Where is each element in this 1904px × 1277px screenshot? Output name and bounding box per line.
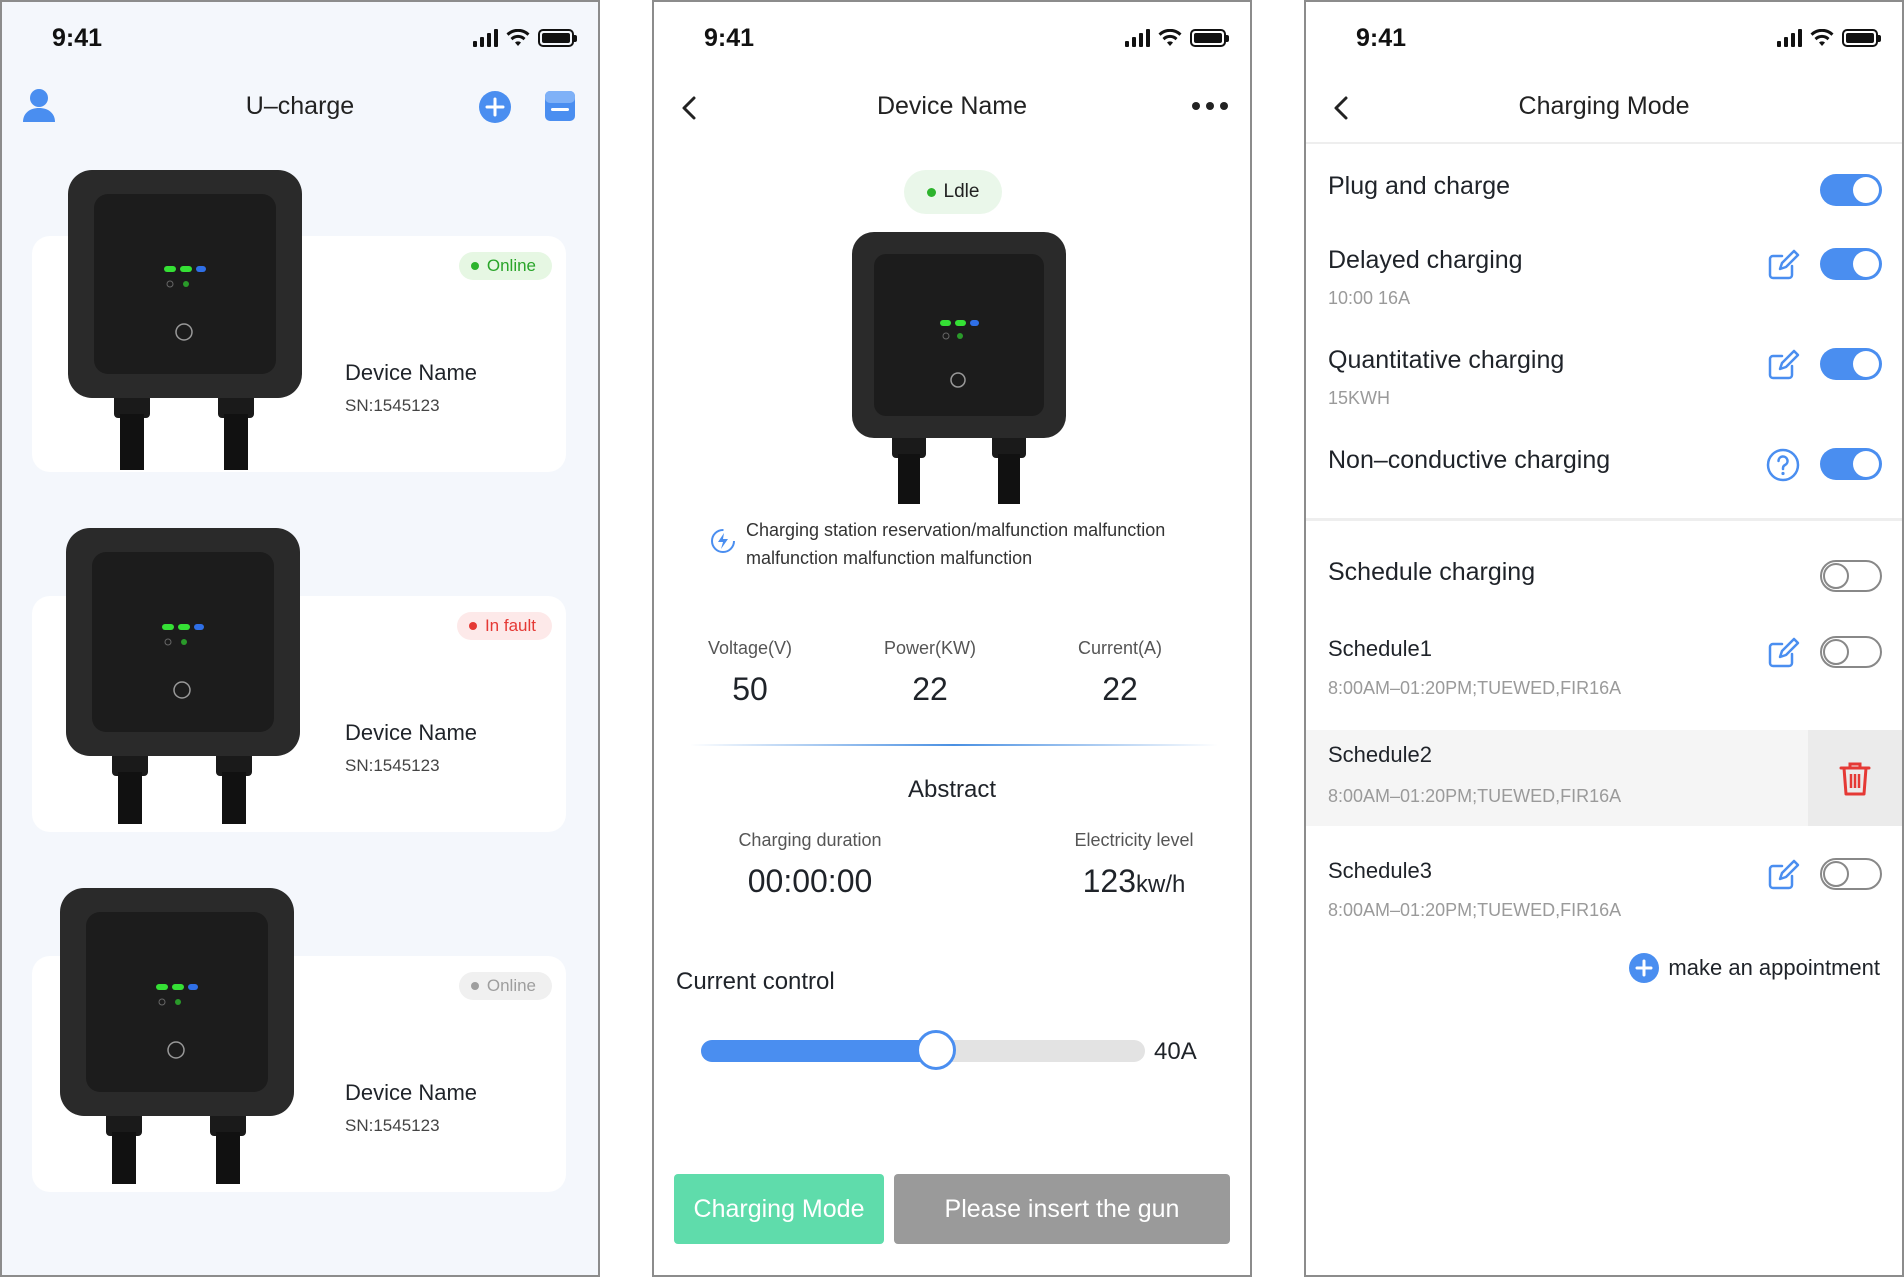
charger-image xyxy=(60,888,294,1184)
schedule-charging-row: Schedule charging xyxy=(1306,554,1902,598)
schedule-charging-toggle[interactable] xyxy=(1820,560,1882,592)
signal-icon xyxy=(473,29,498,47)
non-conductive-charging-row: Non–conductive charging xyxy=(1306,442,1902,486)
make-appointment-button[interactable]: make an appointment xyxy=(1628,952,1880,984)
charging-mode-screen: 9:41 Charging Mode Plug and charge Delay… xyxy=(1304,0,1904,1277)
notice-banner: Charging station reservation/malfunction… xyxy=(710,516,1210,572)
insert-gun-button[interactable]: Please insert the gun xyxy=(894,1174,1230,1244)
nav-bar: Charging Mode xyxy=(1306,82,1902,134)
device-name: Device Name xyxy=(345,1080,478,1105)
schedule-name: Schedule3 xyxy=(1328,858,1432,883)
page-title: Charging Mode xyxy=(1518,92,1690,120)
current-slider[interactable] xyxy=(701,1030,1145,1070)
signal-icon xyxy=(1777,29,1802,47)
delete-button[interactable] xyxy=(1808,730,1902,826)
status-bar: 9:41 xyxy=(2,2,598,72)
quantitative-charging-toggle[interactable] xyxy=(1820,348,1882,380)
schedule-row[interactable]: Schedule3 8:00AM–01:20PM;TUEWED,FIR16A xyxy=(1306,854,1902,924)
make-appointment-label: make an appointment xyxy=(1668,955,1880,980)
charger-image xyxy=(852,232,1066,504)
status-badge: Online xyxy=(458,252,552,280)
voltage-metric: Voltage(V) 50 xyxy=(707,638,793,707)
devices-screen: 9:41 U–charge Online Device Name SN:1545… xyxy=(0,0,600,1277)
schedule-toggle[interactable] xyxy=(1820,636,1882,668)
schedule-toggle[interactable] xyxy=(1820,858,1882,890)
quantitative-charging-row: Quantitative charging 15KWH xyxy=(1306,342,1902,412)
row-label: Non–conductive charging xyxy=(1328,446,1611,474)
schedule-name: Schedule1 xyxy=(1328,636,1432,661)
schedule-detail: 8:00AM–01:20PM;TUEWED,FIR16A xyxy=(1328,786,1622,806)
battery-icon xyxy=(538,29,577,47)
nav-bar: Device Name xyxy=(654,82,1250,134)
charging-mode-button[interactable]: Charging Mode xyxy=(674,1174,884,1244)
schedule-detail: 8:00AM–01:20PM;TUEWED,FIR16A xyxy=(1328,900,1622,920)
wifi-icon xyxy=(1158,29,1182,46)
power-metric: Power(KW) 22 xyxy=(883,638,976,707)
notice-text: Charging station reservation/malfunction… xyxy=(746,520,1166,568)
current-control-label: Current control xyxy=(676,968,835,995)
schedule-name: Schedule2 xyxy=(1328,742,1432,767)
electricity-level: Electricity level 123kw/h xyxy=(1074,830,1194,899)
trash-icon xyxy=(1839,762,1871,796)
slider-thumb[interactable] xyxy=(916,1030,957,1070)
page-title: Device Name xyxy=(876,92,1028,120)
row-label: Quantitative charging xyxy=(1328,346,1565,374)
divider xyxy=(1306,142,1902,144)
charger-image xyxy=(66,528,300,824)
nav-bar: U–charge xyxy=(2,82,598,134)
device-sn: SN:1545123 xyxy=(345,1116,440,1135)
row-label: Delayed charging xyxy=(1328,246,1523,274)
charging-duration: Charging duration 00:00:00 xyxy=(738,830,882,899)
status-time: 9:41 xyxy=(52,24,103,52)
help-icon[interactable] xyxy=(1766,448,1800,482)
divider xyxy=(690,744,1218,746)
edit-icon[interactable] xyxy=(1766,636,1800,670)
charger-image xyxy=(68,170,302,470)
status-badge: Online xyxy=(458,972,552,1000)
lightning-icon xyxy=(711,529,735,553)
add-icon xyxy=(1629,953,1660,983)
row-detail: 15KWH xyxy=(1328,388,1391,408)
current-value: 40A xyxy=(1154,1038,1197,1065)
device-sn: SN:1545123 xyxy=(345,396,440,415)
edit-icon[interactable] xyxy=(1766,348,1800,382)
current-metric: Current(A) 22 xyxy=(1077,638,1162,707)
status-badge: Ldle xyxy=(904,170,1002,214)
status-bar: 9:41 xyxy=(1306,2,1902,72)
status-time: 9:41 xyxy=(1356,24,1407,52)
row-label: Schedule charging xyxy=(1328,558,1536,586)
status-bar: 9:41 xyxy=(654,2,1250,72)
battery-icon xyxy=(1842,29,1881,47)
row-label: Plug and charge xyxy=(1328,172,1511,200)
wifi-icon xyxy=(506,29,530,46)
edit-icon[interactable] xyxy=(1766,858,1800,892)
device-name: Device Name xyxy=(345,360,478,385)
slider-fill xyxy=(701,1040,937,1062)
delayed-charging-toggle[interactable] xyxy=(1820,248,1882,280)
plug-and-charge-row: Plug and charge xyxy=(1306,168,1902,212)
device-name: Device Name xyxy=(345,720,478,745)
battery-icon xyxy=(1190,29,1229,47)
non-conductive-charging-toggle[interactable] xyxy=(1820,448,1882,480)
divider xyxy=(1306,518,1902,521)
add-icon[interactable] xyxy=(478,90,512,124)
plug-and-charge-toggle[interactable] xyxy=(1820,174,1882,206)
edit-icon[interactable] xyxy=(1766,248,1800,282)
schedule-row[interactable]: Schedule2 8:00AM–01:20PM;TUEWED,FIR16A xyxy=(1306,730,1902,826)
device-detail-screen: 9:41 Device Name Ldle Charging station r… xyxy=(652,0,1252,1277)
status-badge: In fault xyxy=(456,612,552,640)
message-icon[interactable] xyxy=(542,88,578,124)
more-icon[interactable] xyxy=(1192,102,1228,112)
signal-icon xyxy=(1125,29,1150,47)
delayed-charging-row: Delayed charging 10:00 16A xyxy=(1306,242,1902,312)
abstract-title: Abstract xyxy=(907,776,997,803)
row-detail: 10:00 16A xyxy=(1328,288,1411,308)
device-sn: SN:1545123 xyxy=(345,756,440,775)
wifi-icon xyxy=(1810,29,1834,46)
status-time: 9:41 xyxy=(704,24,755,52)
schedule-detail: 8:00AM–01:20PM;TUEWED,FIR16A xyxy=(1328,678,1622,698)
schedule-row[interactable]: Schedule1 8:00AM–01:20PM;TUEWED,FIR16A xyxy=(1306,632,1902,702)
